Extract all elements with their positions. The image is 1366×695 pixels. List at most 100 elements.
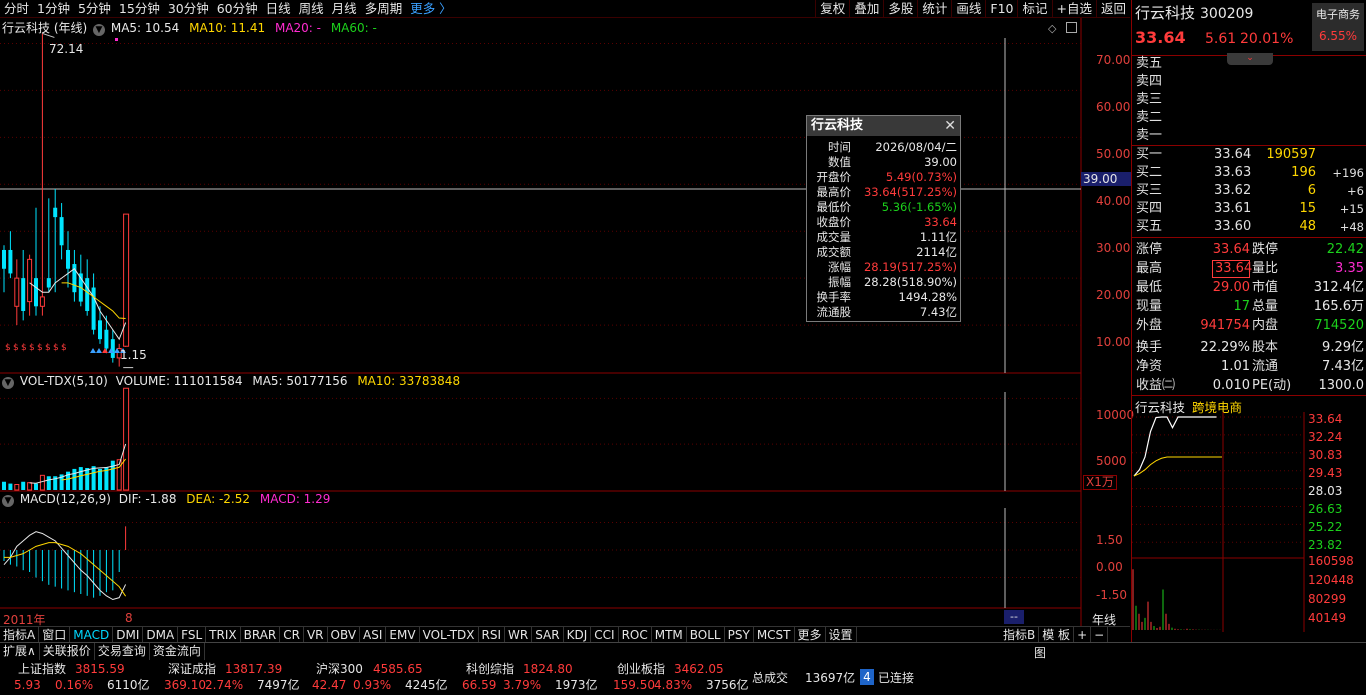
indicator-tab-23[interactable]: MCST xyxy=(754,627,795,642)
indicator-tab-4[interactable]: DMA xyxy=(143,627,179,642)
buy-volume: 196 xyxy=(1291,165,1316,180)
tool-button-2[interactable]: 多股 xyxy=(883,0,917,18)
indicator-right-tab-3[interactable]: − xyxy=(1091,627,1109,642)
connection-status[interactable]: 已连接 xyxy=(878,670,914,686)
period-tab-4[interactable]: 30分钟 xyxy=(164,0,213,18)
period-tab-6[interactable]: 日线 xyxy=(262,0,295,18)
kline-chart[interactable]: $ $ $ $ $ $ $ $ xyxy=(0,18,1130,626)
indicator-tab-24[interactable]: 更多 xyxy=(795,627,826,642)
sector-button[interactable]: 电子商务 6.55% xyxy=(1312,3,1364,51)
candle-body-down xyxy=(46,278,51,288)
indicator-tab-2[interactable]: MACD xyxy=(70,627,114,642)
status-tab-0[interactable]: 扩展∧ xyxy=(0,643,40,660)
candle-body-up xyxy=(14,277,20,307)
indicator-tab-6[interactable]: TRIX xyxy=(206,627,241,642)
index-name[interactable]: 沪深300 xyxy=(316,661,363,677)
stat-key: 涨停 xyxy=(1136,242,1163,257)
index-name[interactable]: 科创综指 xyxy=(466,661,514,677)
period-tab-2[interactable]: 5分钟 xyxy=(74,0,115,18)
indicator-tab-5[interactable]: FSL xyxy=(178,627,207,642)
stat-row: 换手 22.29% 股本 9.29亿 xyxy=(1132,338,1366,357)
indicator-tab-0[interactable]: 指标A xyxy=(0,627,40,642)
tool-button-6[interactable]: 标记 xyxy=(1017,0,1051,18)
tool-button-4[interactable]: 画线 xyxy=(951,0,985,18)
indicator-tab-15[interactable]: WR xyxy=(505,627,533,642)
indicator-tab-16[interactable]: SAR xyxy=(532,627,564,642)
indicator-right-tab-1[interactable]: 模 板 xyxy=(1039,627,1075,642)
stat-key: 内盘 xyxy=(1252,318,1279,333)
indicator-right-tab-0[interactable]: 指标B xyxy=(1000,627,1040,642)
indicator-tab-17[interactable]: KDJ xyxy=(564,627,592,642)
collapse-button[interactable]: ⌄ xyxy=(1227,53,1273,65)
chart-icon-label[interactable]: 图 xyxy=(1034,645,1046,661)
indicator-tab-25[interactable]: 设置 xyxy=(826,627,857,642)
indicator-tab-1[interactable]: 窗口 xyxy=(39,627,71,642)
period-tab-0[interactable]: 分时 xyxy=(0,0,33,18)
volume-bar-down xyxy=(34,483,38,490)
status-tab-1[interactable]: 关联报价 xyxy=(40,643,95,660)
period-tab-1[interactable]: 1分钟 xyxy=(33,0,74,18)
period-tab-3[interactable]: 15分钟 xyxy=(115,0,164,18)
more-periods-button[interactable]: 更多 〉 xyxy=(406,0,455,18)
buy-price[interactable]: 33.62 xyxy=(1214,182,1251,200)
arrow-marker xyxy=(102,348,108,353)
tool-button-1[interactable]: 叠加 xyxy=(849,0,883,18)
stat-row: 涨停 33.64 跌停 22.42 xyxy=(1132,240,1366,259)
tool-button-8[interactable]: 返回 xyxy=(1095,0,1130,18)
tool-button-3[interactable]: 统计 xyxy=(917,0,951,18)
indicator-tab-22[interactable]: PSY xyxy=(725,627,754,642)
buy-price[interactable]: 33.60 xyxy=(1214,218,1251,236)
volume-bar-up xyxy=(123,387,130,491)
indicator-right-tab-2[interactable]: + xyxy=(1074,627,1092,642)
tool-button-7[interactable]: +自选 xyxy=(1051,0,1096,18)
period-tab-5[interactable]: 60分钟 xyxy=(213,0,262,18)
total-turnover-value: 13697亿 xyxy=(805,671,856,685)
mini-price-label: 32.24 xyxy=(1308,430,1343,444)
index-name[interactable]: 上证指数 xyxy=(18,661,66,677)
volume-bar-down xyxy=(78,467,83,490)
tooltip-value: 1.11亿 xyxy=(919,230,957,244)
index-name[interactable]: 创业板指 xyxy=(617,661,665,677)
indicator-tab-14[interactable]: RSI xyxy=(479,627,506,642)
status-tab-3[interactable]: 资金流向 xyxy=(150,643,205,660)
indicator-tab-10[interactable]: OBV xyxy=(328,627,361,642)
stat-row: 最高 33.64 量比 3.35 xyxy=(1132,259,1366,278)
tool-button-0[interactable]: 复权 xyxy=(815,0,849,18)
indicator-tab-13[interactable]: VOL-TDX xyxy=(420,627,479,642)
close-icon[interactable]: ✕ xyxy=(944,116,956,136)
buy-price[interactable]: 33.61 xyxy=(1214,200,1251,218)
stat-value: 33.64 xyxy=(1212,242,1250,257)
tool-button-5[interactable]: F10 xyxy=(985,0,1017,18)
sector-name: 电子商务 xyxy=(1316,8,1360,21)
mini-vol-label: 160598 xyxy=(1308,554,1354,568)
candle-body-up xyxy=(39,296,45,307)
status-tab-2[interactable]: 交易查询 xyxy=(95,643,150,660)
indicator-tab-21[interactable]: BOLL xyxy=(687,627,725,642)
indicator-tab-12[interactable]: EMV xyxy=(386,627,420,642)
stat-value: 3.35 xyxy=(1335,261,1364,276)
sell-level-label: 卖五 xyxy=(1136,56,1163,71)
indicator-tab-20[interactable]: MTM xyxy=(652,627,687,642)
price-axis-label: 10.00 xyxy=(1096,335,1131,350)
indicator-tab-18[interactable]: CCI xyxy=(591,627,619,642)
buy-price[interactable]: 33.64 xyxy=(1214,146,1251,164)
indicator-tab-3[interactable]: DMI xyxy=(113,627,144,642)
indicator-tab-7[interactable]: BRAR xyxy=(241,627,281,642)
period-tab-8[interactable]: 月线 xyxy=(328,0,361,18)
buy-volume: 48 xyxy=(1299,219,1316,234)
mini-price-label: 30.83 xyxy=(1308,448,1343,462)
volume-bar-up xyxy=(14,484,20,491)
index-name[interactable]: 深证成指 xyxy=(168,661,216,677)
price-axis-label: 50.00 xyxy=(1096,147,1131,162)
buy-delta: +48 xyxy=(1339,220,1364,234)
indicator-tab-9[interactable]: VR xyxy=(304,627,328,642)
indicator-tab-19[interactable]: ROC xyxy=(619,627,652,642)
buy-price[interactable]: 33.63 xyxy=(1214,164,1251,182)
period-tab-7[interactable]: 周线 xyxy=(295,0,328,18)
period-tab-9[interactable]: 多周期 xyxy=(361,0,407,18)
indicator-tab-8[interactable]: CR xyxy=(280,627,304,642)
index-pct: 3.79% xyxy=(503,678,542,692)
indicator-tab-11[interactable]: ASI xyxy=(360,627,387,642)
total-turnover-label: 总成交 xyxy=(752,671,789,685)
tooltip-key: 最高价 xyxy=(816,185,852,199)
